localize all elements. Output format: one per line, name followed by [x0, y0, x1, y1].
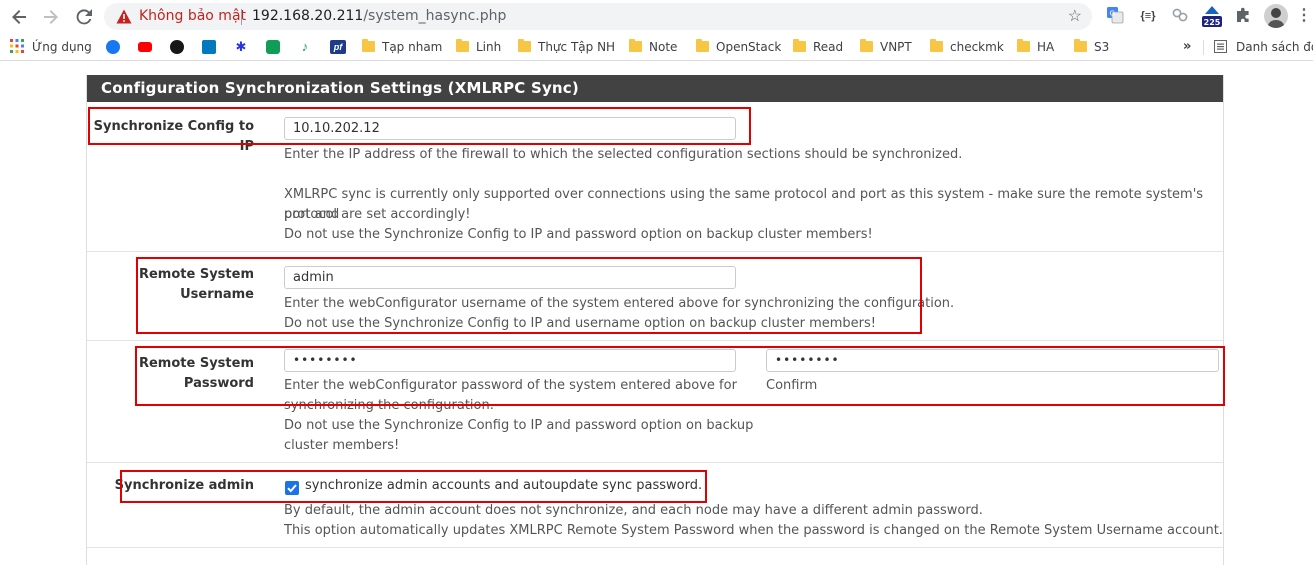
remote-password-help-4: cluster members!: [284, 438, 400, 453]
bookmark-apps[interactable]: Ứng dụng: [10, 39, 92, 55]
bookmarks-bar: Ứng dụng ✱ ♪ pf Tạp nham Linh Thực Tập N…: [0, 33, 1313, 61]
bookmark-folder[interactable]: Linh: [456, 39, 501, 55]
bookmarks-divider: [1203, 40, 1204, 55]
bookmark-folder[interactable]: S3: [1074, 39, 1109, 55]
cloud-counter-icon[interactable]: 225: [1201, 4, 1223, 30]
warning-triangle-icon[interactable]: [116, 9, 132, 24]
github-icon[interactable]: [170, 40, 184, 54]
omnibox-separator: [241, 9, 242, 25]
trello-icon[interactable]: [202, 40, 216, 54]
url-path: /system_hasync.php: [363, 8, 507, 24]
bookmark-folder[interactable]: Read: [793, 39, 843, 55]
folder-icon: [362, 39, 375, 52]
folder-icon: [1074, 39, 1087, 52]
highlight-box-sync-ip: [88, 107, 751, 145]
bookmark-folder-label: S3: [1094, 40, 1110, 54]
folder-icon: [456, 39, 469, 52]
bookmark-folder-label: Note: [649, 40, 678, 54]
bookmark-folder-label: Read: [813, 40, 844, 54]
reading-list-button[interactable]: Danh sách đọc: [1214, 39, 1313, 55]
folder-icon: [860, 39, 873, 52]
folder-icon: [1017, 39, 1030, 52]
folder-icon: [930, 39, 943, 52]
pf-icon[interactable]: pf: [330, 40, 346, 54]
row-divider: [87, 547, 1223, 548]
row-divider: [87, 462, 1223, 463]
profile-avatar[interactable]: [1264, 4, 1288, 28]
highlight-box-username: [136, 257, 922, 334]
row-divider: [87, 340, 1223, 341]
baidu-paw-icon[interactable]: ✱: [234, 40, 248, 54]
reading-list-label: Danh sách đọc: [1236, 40, 1313, 54]
link-circles-icon[interactable]: [1170, 6, 1190, 26]
folder-icon: [793, 39, 806, 52]
translate-icon[interactable]: G: [1105, 6, 1125, 26]
menu-more-icon[interactable]: ⋮: [1294, 6, 1313, 26]
row-divider: [87, 251, 1223, 252]
sync-admin-help-1: By default, the admin account does not s…: [284, 503, 983, 518]
bookmark-folder-label: OpenStack: [716, 40, 782, 54]
reload-icon[interactable]: [73, 6, 95, 28]
apps-grid-icon: [10, 39, 24, 53]
url-text[interactable]: 192.168.20.211/system_hasync.php: [252, 8, 506, 24]
folder-icon: [696, 39, 709, 52]
bookmark-folder-label: Thực Tập NH: [538, 40, 616, 54]
panel-title: Configuration Synchronization Settings (…: [87, 75, 1223, 102]
apps-label: Ứng dụng: [32, 40, 92, 54]
bookmark-folder-label: HA: [1037, 40, 1055, 54]
address-bar[interactable]: Không bảo mật 192.168.20.211/system_hasy…: [104, 3, 1092, 30]
svg-text:G: G: [1110, 10, 1115, 18]
security-warning-label[interactable]: Không bảo mật: [139, 8, 246, 24]
bookmark-folder[interactable]: VNPT: [860, 39, 912, 55]
folder-icon: [518, 39, 531, 52]
bookmark-folder[interactable]: checkmk: [930, 39, 1004, 55]
sync-ip-help-1: Enter the IP address of the firewall to …: [284, 147, 963, 162]
browser-toolbar: Không bảo mật 192.168.20.211/system_hasy…: [0, 0, 1313, 33]
sync-ip-help-4: Do not use the Synchronize Config to IP …: [284, 227, 873, 242]
remote-password-help-3: Do not use the Synchronize Config to IP …: [284, 418, 754, 433]
bookmark-star-icon[interactable]: ☆: [1068, 6, 1082, 26]
url-host: 192.168.20.211: [252, 8, 364, 24]
bookmark-folder-label: Tạp nham: [382, 40, 443, 54]
bookmark-folder[interactable]: OpenStack: [696, 39, 781, 55]
reading-list-icon: [1214, 40, 1227, 53]
music-note-icon[interactable]: ♪: [298, 40, 312, 54]
youtube-icon[interactable]: [138, 42, 152, 52]
bookmark-folder[interactable]: Note: [629, 39, 677, 55]
bookmark-folder[interactable]: Tạp nham: [362, 39, 442, 55]
bookmark-folder-label: checkmk: [950, 40, 1004, 54]
sync-ip-help-3: protocol are set accordingly!: [284, 207, 471, 222]
bookmark-folder[interactable]: Thực Tập NH: [518, 39, 615, 55]
bookmarks-overflow-button[interactable]: »: [1183, 39, 1191, 55]
extension-badge-count: 225: [1204, 18, 1221, 27]
forward-arrow-icon[interactable]: [40, 6, 62, 28]
back-arrow-icon[interactable]: [8, 6, 30, 28]
sync-admin-help-2: This option automatically updates XMLRPC…: [284, 523, 1223, 538]
folder-icon: [629, 39, 642, 52]
highlight-box-password: [135, 346, 1225, 406]
extensions-puzzle-icon[interactable]: [1233, 6, 1253, 26]
bookmark-folder-label: Linh: [476, 40, 502, 54]
facebook-icon[interactable]: [106, 40, 120, 54]
bookmark-folder-label: VNPT: [880, 40, 912, 54]
bookmark-folder[interactable]: HA: [1017, 39, 1054, 55]
highlight-box-sync-admin: [120, 470, 707, 503]
json-formatter-icon[interactable]: {≡}: [1138, 6, 1158, 26]
green-app-icon[interactable]: [266, 40, 280, 54]
